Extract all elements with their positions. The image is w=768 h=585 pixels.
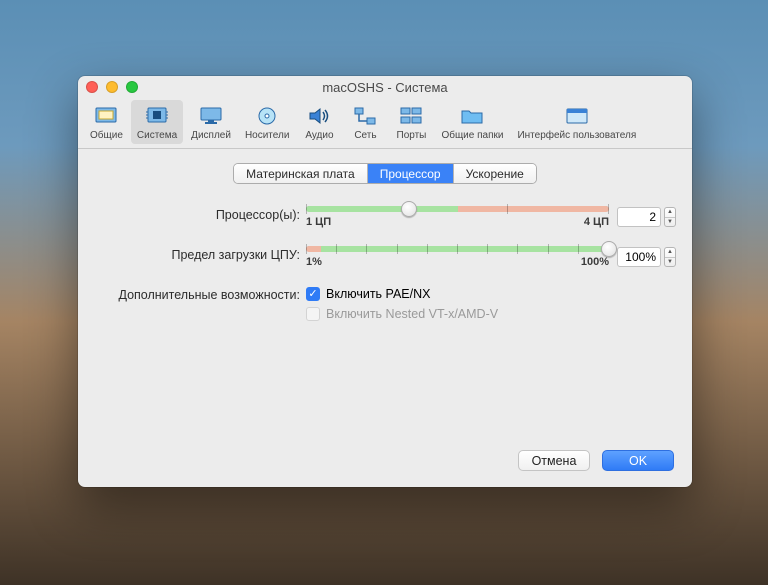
- settings-window: macOSHS - Система Общие Система Дисплей …: [78, 76, 692, 487]
- processors-stepper[interactable]: ▲▼: [664, 207, 676, 227]
- slider-max-label: 100%: [581, 256, 609, 268]
- tab-label: Система: [137, 130, 177, 141]
- checkbox-label: Включить PAE/NX: [326, 287, 430, 301]
- minimize-icon[interactable]: [106, 81, 118, 93]
- checkbox-nested-vt: Включить Nested VT-x/AMD-V: [306, 307, 498, 321]
- folder-icon: [458, 104, 486, 128]
- close-icon[interactable]: [86, 81, 98, 93]
- gear-icon: [92, 104, 120, 128]
- tab-network[interactable]: Сеть: [343, 100, 387, 144]
- zoom-icon[interactable]: [126, 81, 138, 93]
- checkbox-icon: [306, 287, 320, 301]
- processors-label: Процессор(ы):: [94, 206, 306, 222]
- exec-cap-stepper[interactable]: ▲▼: [664, 247, 676, 267]
- tab-storage[interactable]: Носители: [239, 100, 296, 144]
- row-extra: Дополнительные возможности: Включить PAE…: [94, 286, 676, 321]
- ports-icon: [397, 104, 425, 128]
- dialog-footer: Отмена OK: [78, 450, 692, 487]
- checkbox-label: Включить Nested VT-x/AMD-V: [326, 307, 498, 321]
- processors-field: ▲▼: [617, 207, 676, 227]
- tab-motherboard[interactable]: Материнская плата: [234, 164, 367, 183]
- slider-max-label: 4 ЦП: [584, 216, 609, 228]
- slider-min-label: 1%: [306, 256, 322, 268]
- tab-label: Носители: [245, 130, 290, 141]
- segmented-control: Материнская плата Процессор Ускорение: [233, 163, 537, 184]
- window-controls: [86, 81, 138, 93]
- tab-user-interface[interactable]: Интерфейс пользователя: [511, 100, 642, 144]
- processor-form: Процессор(ы): 1 ЦП 4 ЦП: [94, 206, 676, 321]
- exec-cap-field: ▲▼: [617, 247, 676, 267]
- extra-label: Дополнительные возможности:: [94, 286, 306, 302]
- tab-general[interactable]: Общие: [84, 100, 129, 144]
- tab-system[interactable]: Система: [131, 100, 183, 144]
- window-title: macOSHS - Система: [78, 80, 692, 95]
- tab-label: Интерфейс пользователя: [517, 130, 636, 141]
- row-exec-cap: Предел загрузки ЦПУ: 1% 100%: [94, 246, 676, 268]
- slider-thumb[interactable]: [601, 241, 617, 257]
- monitor-icon: [197, 104, 225, 128]
- slider-thumb[interactable]: [401, 201, 417, 217]
- tab-audio[interactable]: Аудио: [297, 100, 341, 144]
- ok-button[interactable]: OK: [602, 450, 674, 471]
- tab-processor[interactable]: Процессор: [367, 164, 453, 183]
- processors-input[interactable]: [617, 207, 661, 227]
- tab-label: Сеть: [354, 130, 376, 141]
- tab-label: Общие: [90, 130, 123, 141]
- tab-acceleration[interactable]: Ускорение: [453, 164, 536, 183]
- tab-display[interactable]: Дисплей: [185, 100, 237, 144]
- slider-min-label: 1 ЦП: [306, 216, 331, 228]
- exec-cap-slider[interactable]: 1% 100%: [306, 246, 609, 268]
- toolbar: Общие Система Дисплей Носители Аудио: [78, 98, 692, 149]
- disk-icon: [253, 104, 281, 128]
- content-area: Материнская плата Процессор Ускорение Пр…: [78, 149, 692, 450]
- chip-icon: [143, 104, 171, 128]
- speaker-icon: [305, 104, 333, 128]
- titlebar: macOSHS - Система: [78, 76, 692, 98]
- checkbox-pae-nx[interactable]: Включить PAE/NX: [306, 287, 498, 301]
- ui-icon: [563, 104, 591, 128]
- tab-shared-folders[interactable]: Общие папки: [435, 100, 509, 144]
- checkbox-icon: [306, 307, 320, 321]
- exec-cap-label: Предел загрузки ЦПУ:: [94, 246, 306, 262]
- cancel-button[interactable]: Отмена: [518, 450, 590, 471]
- network-icon: [351, 104, 379, 128]
- tab-label: Дисплей: [191, 130, 231, 141]
- tab-label: Аудио: [305, 130, 333, 141]
- tab-label: Общие папки: [441, 130, 503, 141]
- row-processors: Процессор(ы): 1 ЦП 4 ЦП: [94, 206, 676, 228]
- exec-cap-input[interactable]: [617, 247, 661, 267]
- tab-ports[interactable]: Порты: [389, 100, 433, 144]
- processors-slider[interactable]: 1 ЦП 4 ЦП: [306, 206, 609, 228]
- tab-label: Порты: [397, 130, 427, 141]
